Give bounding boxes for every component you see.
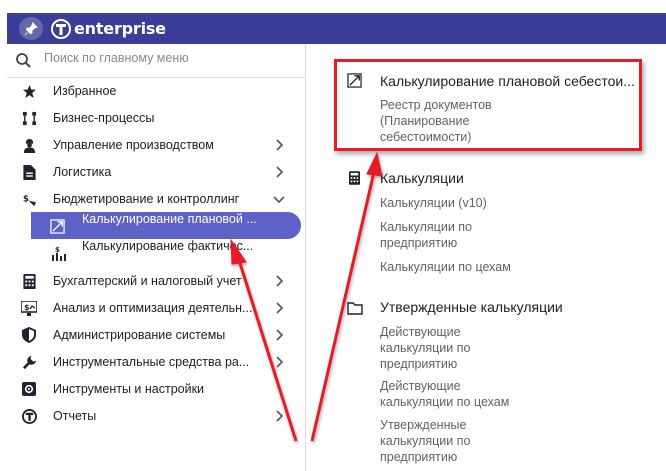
sidebar-item-analytics[interactable]: $ Анализ и оптимизация деятельн... — [7, 294, 305, 321]
worker-icon — [21, 137, 37, 153]
reports-icon — [21, 408, 37, 424]
svg-text:$: $ — [22, 193, 28, 203]
sidebar-item-label: Инструментальные средства ра... — [53, 354, 250, 369]
wrench-icon — [21, 354, 37, 370]
settings-icon — [21, 381, 37, 397]
search-bar — [7, 44, 305, 78]
sidebar-item-reports[interactable]: Отчеты — [7, 402, 305, 429]
document-icon — [21, 164, 37, 180]
budget-icon: $ — [21, 191, 37, 207]
sidebar-item-label: Анализ и оптимизация деятельн... — [53, 300, 253, 315]
sidebar-item-administration[interactable]: Администрирование системы — [7, 321, 305, 348]
analytics-icon: $ — [21, 300, 37, 316]
sidebar-subitem-planned-costing[interactable]: Калькулирование плановой ... — [31, 212, 301, 239]
link-calculations-v10[interactable]: Калькуляции (v10) — [380, 195, 530, 211]
sidebar-item-dev-tools[interactable]: Инструментальные средства ра... — [7, 348, 305, 375]
sidebar-item-label: Избранное — [53, 83, 117, 98]
logo-icon — [51, 18, 71, 39]
sidebar-subitem-label: Калькулирование фактичес... — [82, 239, 254, 253]
cost-chart-icon: $ — [51, 245, 67, 261]
sidebar-subitem-label: Калькулирование плановой ... — [82, 212, 257, 226]
sidebar-item-logistics[interactable]: Логистика — [7, 158, 305, 185]
sidebar-item-business-processes[interactable]: Бизнес-процессы — [7, 104, 305, 131]
sidebar-item-production[interactable]: Управление производством — [7, 131, 305, 158]
sidebar-item-accounting[interactable]: Бухгалтерский и налоговый учет — [7, 267, 305, 294]
link-active-calc-workshops[interactable]: Действующие калькуляции по цехам — [380, 378, 530, 410]
chevron-right-icon — [276, 302, 284, 314]
top-bar: enterprise — [7, 13, 666, 44]
chevron-right-icon — [276, 410, 284, 422]
folder-icon — [347, 302, 363, 315]
search-icon — [16, 53, 31, 68]
section-title-calculations: Калькуляции — [380, 170, 464, 186]
sidebar-item-label: Бухгалтерский и налоговый учет — [53, 273, 242, 288]
svg-text:$: $ — [55, 246, 60, 254]
chevron-down-icon — [273, 196, 285, 204]
sidebar: Избранное Бизнес-процессы Управление про… — [7, 44, 306, 471]
workflow-icon — [21, 110, 37, 126]
sidebar-item-label: Логистика — [53, 164, 112, 179]
link-calculations-workshops[interactable]: Калькуляции по цехам — [380, 259, 530, 275]
sidebar-item-label: Управление производством — [53, 137, 214, 152]
trend-up-icon — [49, 218, 65, 234]
sidebar-item-tools-settings[interactable]: Инструменты и настройки — [7, 375, 305, 402]
app-logo[interactable]: enterprise — [51, 17, 166, 40]
sidebar-item-label: Инструменты и настройки — [53, 381, 205, 396]
sidebar-item-label: Бизнес-процессы — [53, 110, 155, 125]
annotation-highlight-box — [334, 59, 642, 151]
link-active-calc-enterprise[interactable]: Действующие калькуляции по предприятию — [380, 324, 530, 372]
chevron-right-icon — [276, 356, 284, 368]
sidebar-item-label: Отчеты — [53, 408, 97, 423]
pin-icon[interactable] — [19, 17, 43, 40]
sidebar-item-label: Бюджетирование и контроллинг — [53, 191, 240, 206]
logo-text: enterprise — [74, 19, 166, 38]
star-icon — [21, 83, 37, 99]
link-approved-calc-enterprise[interactable]: Утвержденные калькуляции по предприятию — [380, 417, 530, 465]
sidebar-item-label: Администрирование системы — [53, 327, 226, 342]
shield-icon — [21, 327, 37, 343]
search-input[interactable] — [44, 51, 284, 65]
link-calculations-enterprise[interactable]: Калькуляции по предприятию — [380, 219, 530, 251]
sidebar-item-budgeting[interactable]: $ Бюджетирование и контроллинг — [7, 185, 305, 212]
chevron-right-icon — [276, 166, 284, 178]
calculator-icon — [21, 273, 37, 289]
sidebar-item-favorites[interactable]: Избранное — [7, 77, 305, 104]
chevron-right-icon — [276, 329, 284, 341]
svg-text:$: $ — [24, 303, 30, 312]
chevron-right-icon — [276, 139, 284, 151]
section-title-approved-calculations: Утвержденные калькуляции — [380, 299, 563, 315]
calculator-icon — [349, 171, 360, 185]
sidebar-subitem-actual-costing[interactable]: $ Калькулирование фактичес... — [7, 239, 305, 266]
chevron-right-icon — [276, 275, 284, 287]
